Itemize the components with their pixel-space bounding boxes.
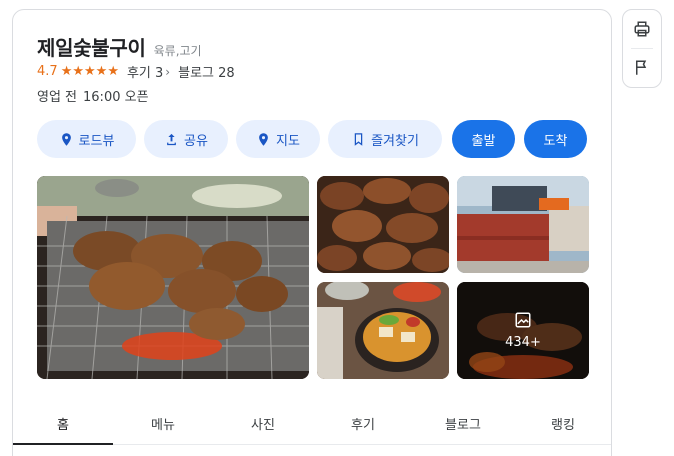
reviews-link[interactable]: 후기 3: [127, 62, 163, 81]
rating-row: 4.7 ★ ★ ★ ★ ★ 후기 3 › 블로그 28: [37, 62, 235, 81]
tab-reviews[interactable]: 후기: [313, 403, 413, 444]
flag-icon: [636, 60, 647, 75]
tab-ranking[interactable]: 랭킹: [513, 403, 611, 444]
place-card: 제일숯불구이 육류,고기 4.7 ★ ★ ★ ★ ★ 후기 3 › 블로그 28…: [12, 9, 612, 456]
action-bar: 로드뷰 공유 지도 즐겨찾기 출발 도착: [37, 120, 594, 158]
arrive-button[interactable]: 도착: [524, 120, 587, 158]
print-icon: [634, 21, 650, 37]
roadview-label: 로드뷰: [78, 133, 115, 149]
print-button[interactable]: [623, 10, 661, 48]
bookmark-icon: [354, 132, 363, 146]
side-toolbar: [622, 9, 662, 88]
share-label: 공유: [184, 133, 208, 149]
bookmark-label: 즐겨찾기: [371, 133, 419, 149]
map-pin-icon: [259, 132, 268, 146]
rating-value: 4.7: [37, 64, 58, 79]
hours-status: 영업 전: [37, 90, 78, 105]
more-photos-overlay: 434+: [457, 282, 589, 379]
place-name: 제일숯불구이: [37, 36, 146, 60]
photo-more[interactable]: 434+: [457, 282, 589, 379]
star-rating: ★ ★ ★ ★ ★: [61, 65, 119, 78]
roadview-button[interactable]: 로드뷰: [37, 120, 136, 158]
tab-blog[interactable]: 블로그: [413, 403, 513, 444]
storefront-photo-image: [457, 176, 589, 273]
hours-row: 영업 전 16:00 오픈: [37, 86, 149, 105]
photo-meat-closeup[interactable]: [317, 176, 449, 273]
hours-detail: 16:00 오픈: [83, 90, 149, 105]
bookmark-button[interactable]: 즐겨찾기: [328, 120, 442, 158]
photo-side-dishes[interactable]: [317, 282, 449, 379]
star-icon: ★: [84, 64, 96, 79]
title-row: 제일숯불구이 육류,고기: [37, 32, 202, 61]
photo-storefront[interactable]: [457, 176, 589, 273]
tab-photos[interactable]: 사진: [213, 403, 313, 444]
map-label: 지도: [276, 133, 300, 149]
photo-grill-main[interactable]: [37, 176, 309, 379]
share-icon: [167, 133, 176, 145]
blogs-link[interactable]: 블로그 28: [178, 62, 235, 81]
star-icon: ★: [95, 64, 108, 79]
depart-button[interactable]: 출발: [452, 120, 515, 158]
place-category: 육류,고기: [153, 44, 202, 58]
report-button[interactable]: [623, 49, 661, 87]
meat-photo-image: [317, 176, 449, 273]
image-icon: [515, 312, 531, 328]
tab-bar: 홈 메뉴 사진 후기 블로그 랭킹: [13, 403, 611, 445]
more-photos-count: 434+: [505, 335, 541, 350]
share-button[interactable]: 공유: [144, 120, 228, 158]
tab-menu[interactable]: 메뉴: [113, 403, 213, 444]
side-dishes-photo-image: [317, 282, 449, 379]
tab-home[interactable]: 홈: [13, 403, 113, 445]
star-icon: ★: [107, 64, 119, 79]
star-icon: ★: [72, 64, 84, 79]
location-pin-icon: [61, 132, 71, 146]
chevron-right-icon: ›: [165, 64, 171, 79]
map-button[interactable]: 지도: [236, 120, 320, 158]
star-icon: ★: [60, 64, 73, 79]
grill-photo-image: [37, 176, 309, 379]
